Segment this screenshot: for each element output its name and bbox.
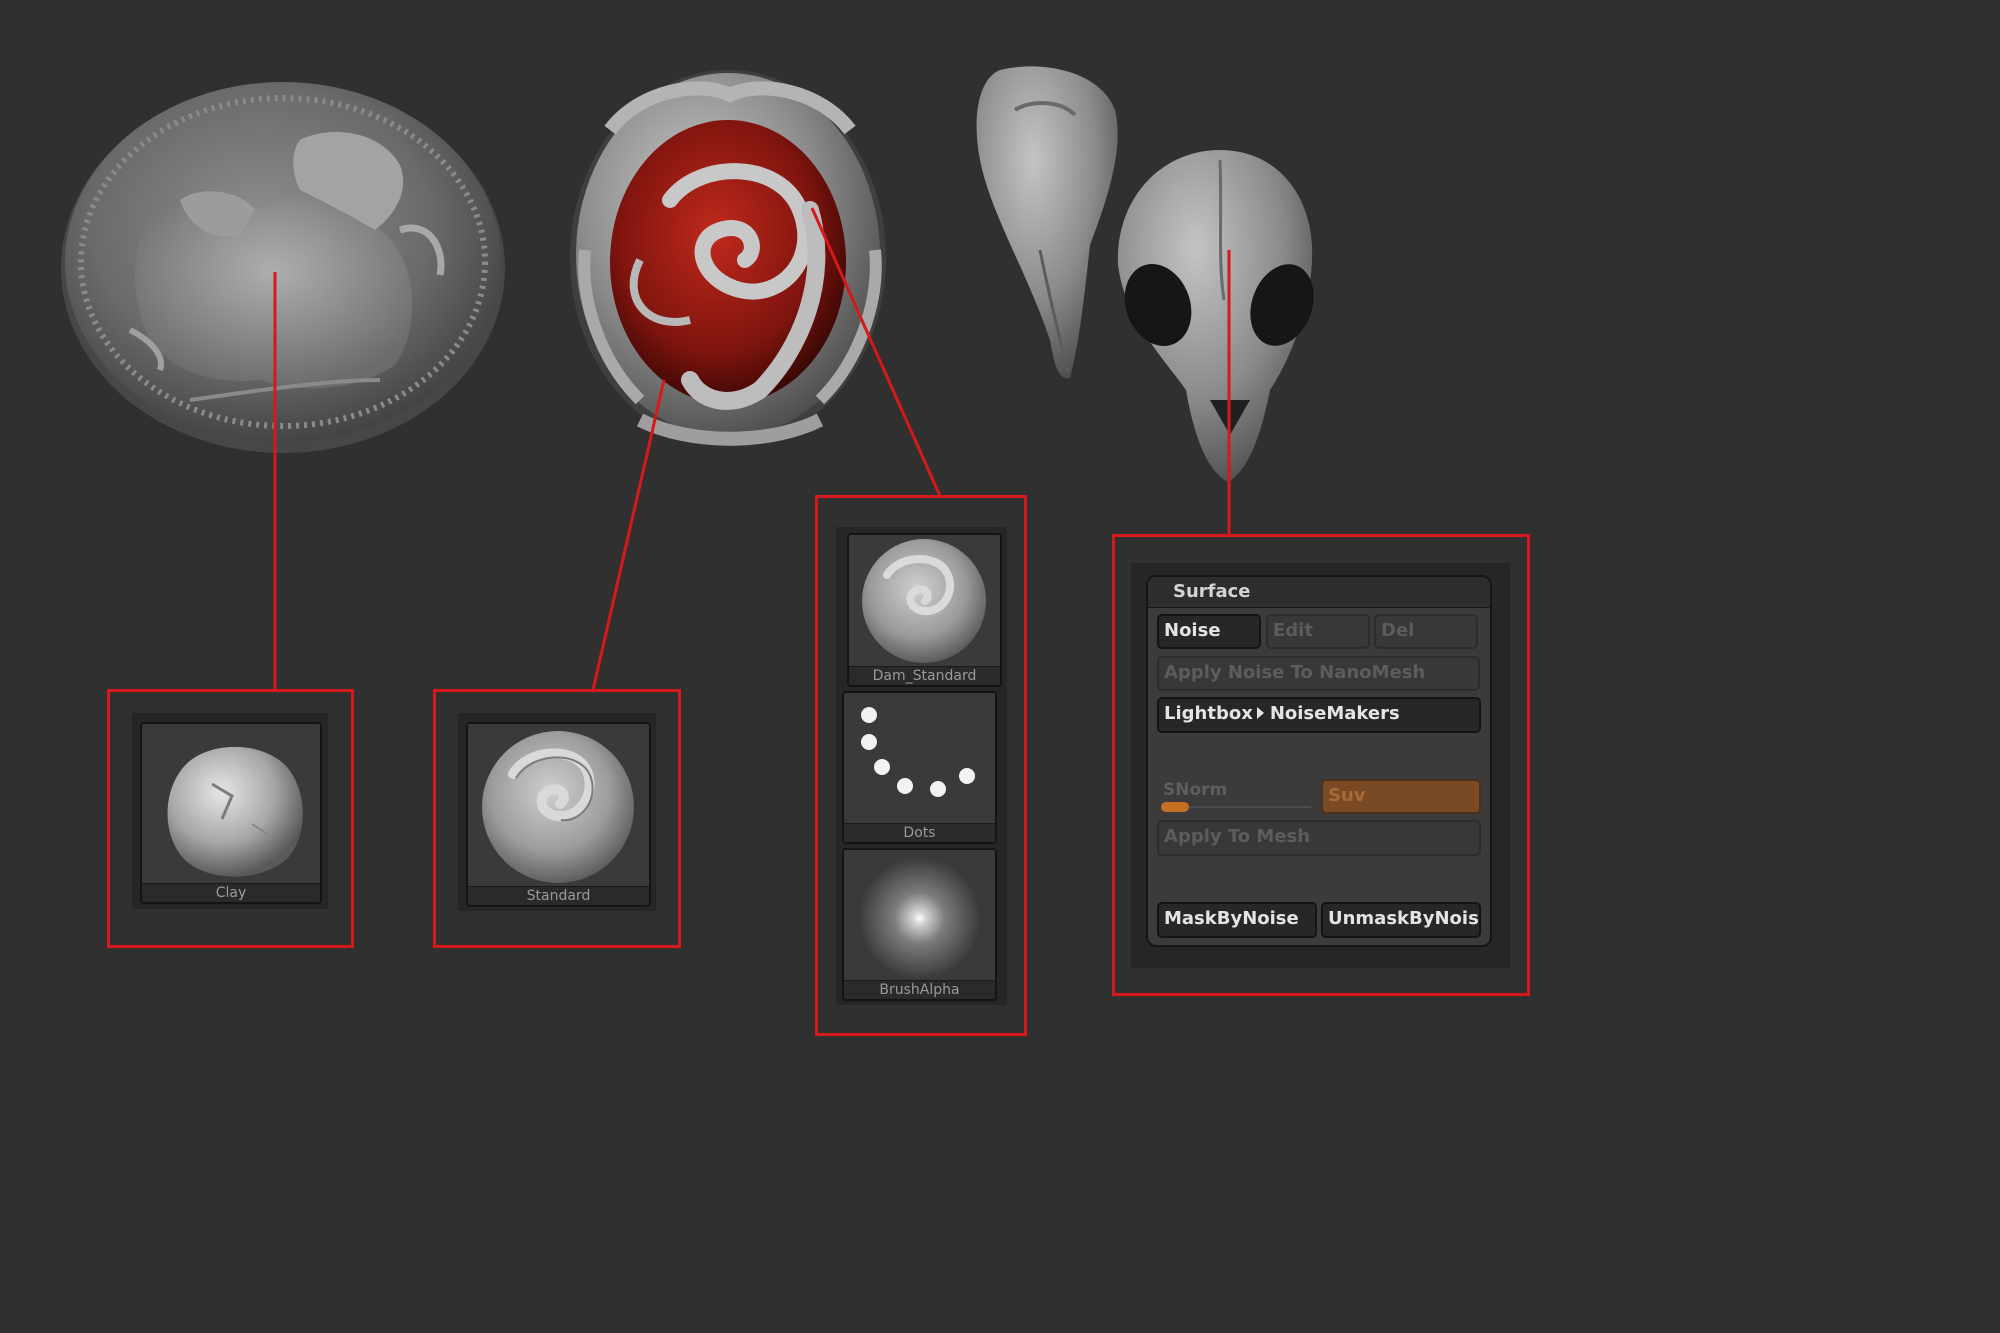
- apply-to-mesh-button[interactable]: Apply To Mesh: [1157, 820, 1481, 856]
- dots-stroke-tile[interactable]: Dots: [842, 691, 997, 844]
- surface-panel-title: Surface: [1173, 581, 1251, 602]
- dam-standard-brush-tile[interactable]: Dam_Standard: [847, 533, 1002, 687]
- surface-panel-header[interactable]: Surface: [1148, 577, 1490, 608]
- apply-noise-to-nanomesh-button[interactable]: Apply Noise To NanoMesh: [1157, 656, 1480, 691]
- noisemakers-label: NoiseMakers: [1269, 703, 1400, 724]
- suv-toggle[interactable]: Suv: [1321, 779, 1481, 814]
- lightbox-label: Lightbox: [1164, 703, 1253, 724]
- standard-brush-label: Standard: [468, 886, 649, 905]
- snorm-slider-handle[interactable]: [1161, 802, 1189, 812]
- clay-sphere-icon: [167, 746, 303, 877]
- mask-by-noise-button[interactable]: MaskByNoise: [1157, 902, 1317, 938]
- edit-noise-button[interactable]: Edit: [1266, 614, 1370, 649]
- dots-stroke-label: Dots: [844, 823, 995, 842]
- unmask-by-noise-button[interactable]: UnmaskByNois: [1321, 902, 1481, 938]
- delete-noise-button[interactable]: Del: [1374, 614, 1478, 649]
- play-arrow-icon: [1256, 707, 1264, 719]
- dots-stroke-icon: [861, 707, 975, 797]
- lightbox-noisemakers-button[interactable]: Lightbox NoiseMakers: [1157, 697, 1481, 733]
- brush-alpha-tile[interactable]: BrushAlpha: [842, 848, 997, 1001]
- brush-alpha-gradient-icon: [844, 850, 995, 981]
- snorm-slider[interactable]: SNorm: [1157, 776, 1317, 816]
- standard-sphere-icon: [482, 731, 634, 883]
- standard-brush-tile[interactable]: Standard: [466, 722, 651, 907]
- snorm-label: SNorm: [1163, 780, 1228, 800]
- dam-standard-brush-label: Dam_Standard: [849, 666, 1000, 685]
- clay-brush-tile[interactable]: Clay: [140, 722, 322, 904]
- clay-brush-label: Clay: [142, 883, 320, 902]
- dam-standard-sphere-icon: [862, 539, 986, 663]
- brush-alpha-label: BrushAlpha: [844, 980, 995, 999]
- noise-button[interactable]: Noise: [1157, 614, 1261, 649]
